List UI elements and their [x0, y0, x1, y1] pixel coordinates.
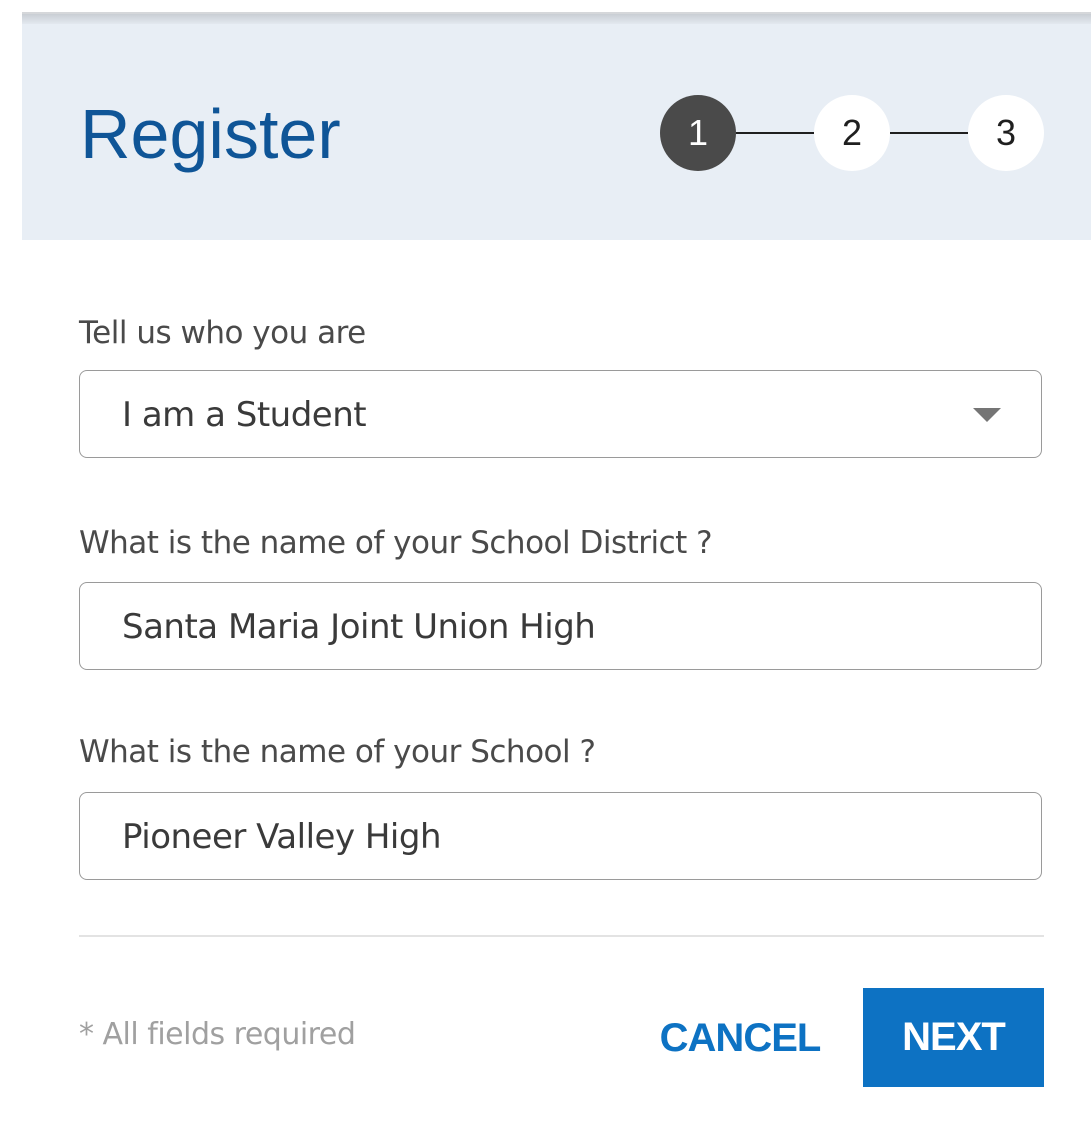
step-3-indicator: 3 [968, 95, 1044, 171]
district-input-box[interactable] [79, 582, 1042, 671]
step-connector-2 [890, 132, 968, 134]
step-2-indicator: 2 [814, 95, 890, 171]
caret-down-icon [973, 408, 1001, 422]
cancel-button[interactable]: CANCEL [640, 990, 840, 1086]
district-label: What is the name of your School District… [79, 525, 713, 561]
step-1-indicator: 1 [660, 95, 736, 171]
role-label: Tell us who you are [79, 315, 366, 351]
page-title: Register [80, 95, 341, 173]
district-input[interactable] [122, 583, 982, 671]
role-select[interactable]: I am a Student [79, 370, 1042, 458]
register-header: Register 1 2 3 [22, 24, 1091, 240]
school-input[interactable] [122, 793, 982, 881]
progress-stepper: 1 2 3 [660, 95, 1044, 173]
school-label: What is the name of your School ? [79, 734, 596, 770]
next-button[interactable]: NEXT [863, 988, 1044, 1087]
role-selected-value: I am a Student [122, 395, 367, 435]
step-connector-1 [736, 132, 814, 134]
footer-divider [79, 935, 1044, 937]
school-input-box[interactable] [79, 792, 1042, 881]
required-fields-note: * All fields required [79, 1017, 356, 1052]
window-top-edge [22, 0, 1091, 14]
